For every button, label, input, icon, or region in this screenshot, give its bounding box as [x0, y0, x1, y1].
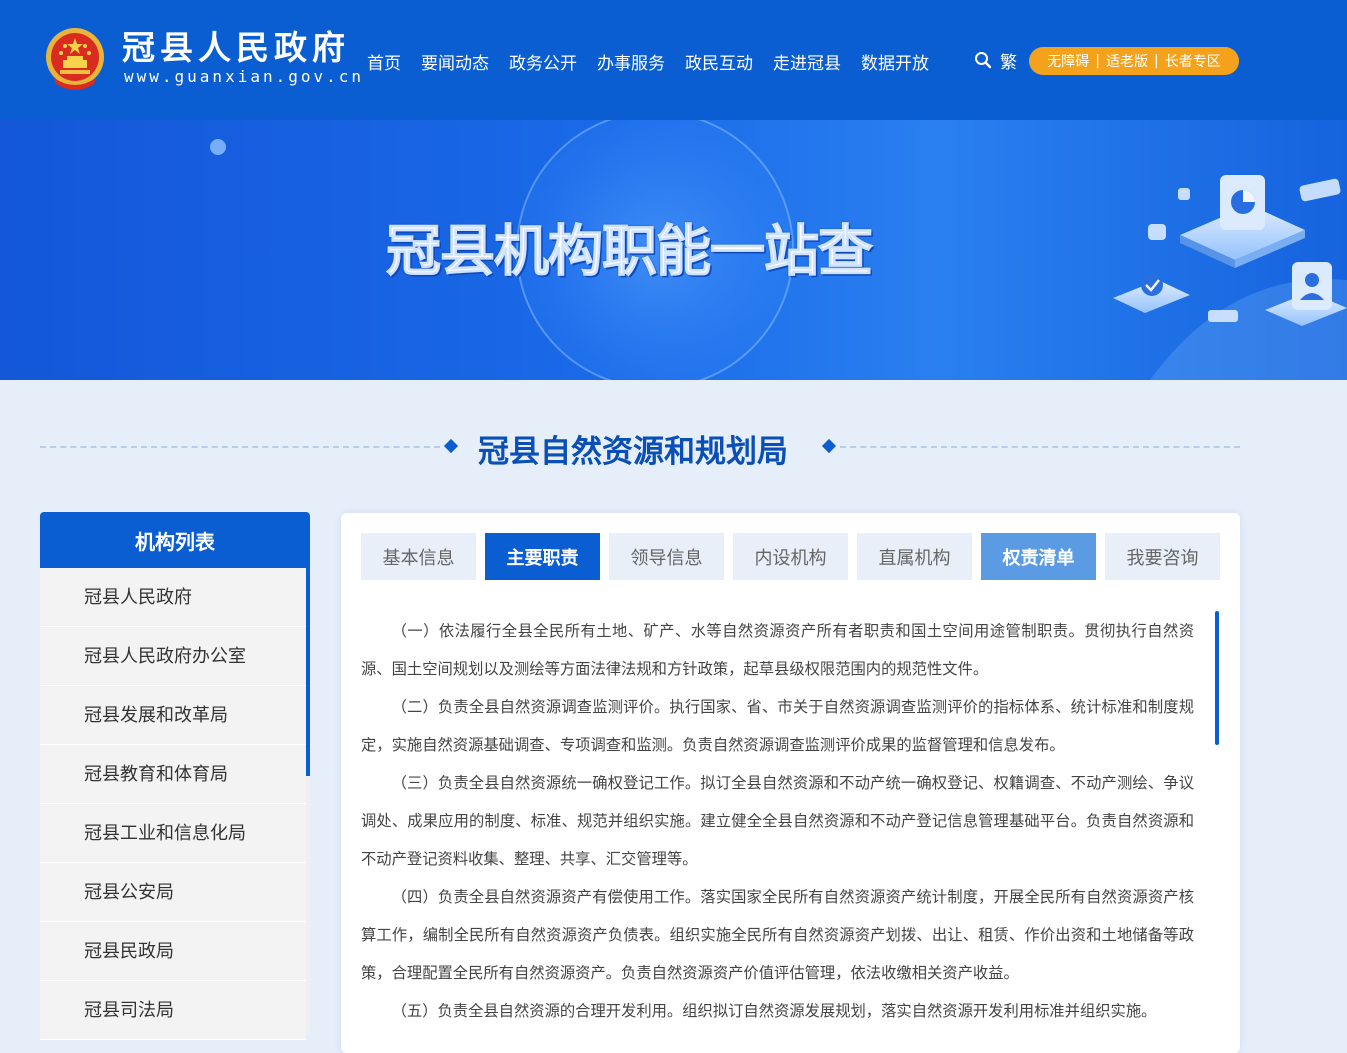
- banner: 冠县机构职能一站查: [0, 120, 1347, 380]
- nav-item-home[interactable]: 首页: [367, 49, 401, 74]
- tab-affiliated-units[interactable]: 直属机构: [857, 533, 972, 580]
- sidebar-scrollbar-thumb[interactable]: [306, 568, 310, 776]
- sidebar-title: 机构列表: [40, 512, 310, 568]
- tab-leadership[interactable]: 领导信息: [609, 533, 724, 580]
- site-url[interactable]: www.guanxian.gov.cn: [124, 67, 364, 86]
- page-title: 冠县自然资源和规划局: [478, 434, 788, 470]
- main-nav: 首页 要闻动态 政务公开 办事服务 政民互动 走进冠县 数据开放: [367, 48, 949, 74]
- separator: |: [1095, 53, 1100, 69]
- duties-content: （一）依法履行全县全民所有土地、矿产、水等自然资源资产所有者职责和国土空间用途管…: [361, 612, 1194, 1030]
- site-header: 冠县人民政府 www.guanxian.gov.cn 首页 要闻动态 政务公开 …: [0, 0, 1347, 120]
- duty-paragraph: （三）负责全县自然资源统一确权登记工作。拟订全县自然资源和不动产统一确权登记、权…: [361, 774, 1194, 868]
- accessibility-bar: 无障碍 | 适老版 | 长者专区: [1029, 47, 1239, 75]
- sidebar-item-industry-it[interactable]: 冠县工业和信息化局: [40, 804, 306, 863]
- search-icon[interactable]: [974, 51, 992, 69]
- accessibility-link[interactable]: 无障碍: [1047, 51, 1089, 71]
- nav-item-gov-affairs[interactable]: 政务公开: [509, 49, 577, 74]
- diamond-icon: [821, 438, 837, 454]
- sidebar-item-public-security[interactable]: 冠县公安局: [40, 863, 306, 922]
- elderly-version-link[interactable]: 适老版: [1106, 51, 1148, 71]
- tab-power-list[interactable]: 权责清单: [981, 533, 1096, 580]
- sidebar-item-civil-affairs[interactable]: 冠县民政局: [40, 922, 306, 981]
- tab-internal-units[interactable]: 内设机构: [733, 533, 848, 580]
- duty-paragraph: （一）依法履行全县全民所有土地、矿产、水等自然资源资产所有者职责和国土空间用途管…: [361, 622, 1194, 678]
- nav-item-about[interactable]: 走进冠县: [773, 49, 841, 74]
- duty-paragraph: （四）负责全县自然资源资产有偿使用工作。落实国家全民所有自然资源资产统计制度，开…: [361, 888, 1194, 982]
- diamond-icon: [443, 438, 459, 454]
- section-divider-left: [40, 446, 440, 448]
- org-list-sidebar: 机构列表 冠县人民政府 冠县人民政府办公室 冠县发展和改革局 冠县教育和体育局 …: [40, 512, 310, 1040]
- content-scrollbar-thumb[interactable]: [1215, 611, 1219, 745]
- nav-item-services[interactable]: 办事服务: [597, 49, 665, 74]
- site-name[interactable]: 冠县人民政府: [122, 28, 350, 68]
- org-list: 冠县人民政府 冠县人民政府办公室 冠县发展和改革局 冠县教育和体育局 冠县工业和…: [40, 568, 306, 1040]
- duty-paragraph: （五）负责全县自然资源的合理开发利用。组织拟订自然资源发展规划，落实自然资源开发…: [391, 1002, 1157, 1020]
- traditional-chinese-toggle[interactable]: 繁: [1000, 48, 1017, 73]
- banner-title: 冠县机构职能一站查: [385, 219, 873, 284]
- tab-consult[interactable]: 我要咨询: [1105, 533, 1220, 580]
- detail-panel: 基本信息 主要职责 领导信息 内设机构 直属机构 权责清单 我要咨询 （一）依法…: [341, 513, 1240, 1053]
- sidebar-item-education-sports[interactable]: 冠县教育和体育局: [40, 745, 306, 804]
- nav-item-news[interactable]: 要闻动态: [421, 49, 489, 74]
- section-divider-right: [840, 446, 1240, 448]
- nav-item-open-data[interactable]: 数据开放: [861, 49, 929, 74]
- nav-item-interaction[interactable]: 政民互动: [685, 49, 753, 74]
- separator: |: [1154, 53, 1159, 69]
- tab-basic-info[interactable]: 基本信息: [361, 533, 476, 580]
- duty-paragraph: （二）负责全县自然资源调查监测评价。执行国家、省、市关于自然资源调查监测评价的指…: [361, 698, 1194, 754]
- sidebar-item-development-reform[interactable]: 冠县发展和改革局: [40, 686, 306, 745]
- sidebar-item-government-office[interactable]: 冠县人民政府办公室: [40, 627, 306, 686]
- tab-main-duties[interactable]: 主要职责: [485, 533, 600, 580]
- tab-bar: 基本信息 主要职责 领导信息 内设机构 直属机构 权责清单 我要咨询: [361, 533, 1220, 580]
- sidebar-item-justice[interactable]: 冠县司法局: [40, 981, 306, 1040]
- sidebar-item-county-government[interactable]: 冠县人民政府: [40, 568, 306, 627]
- senior-zone-link[interactable]: 长者专区: [1165, 51, 1221, 71]
- national-emblem-icon[interactable]: [44, 26, 106, 92]
